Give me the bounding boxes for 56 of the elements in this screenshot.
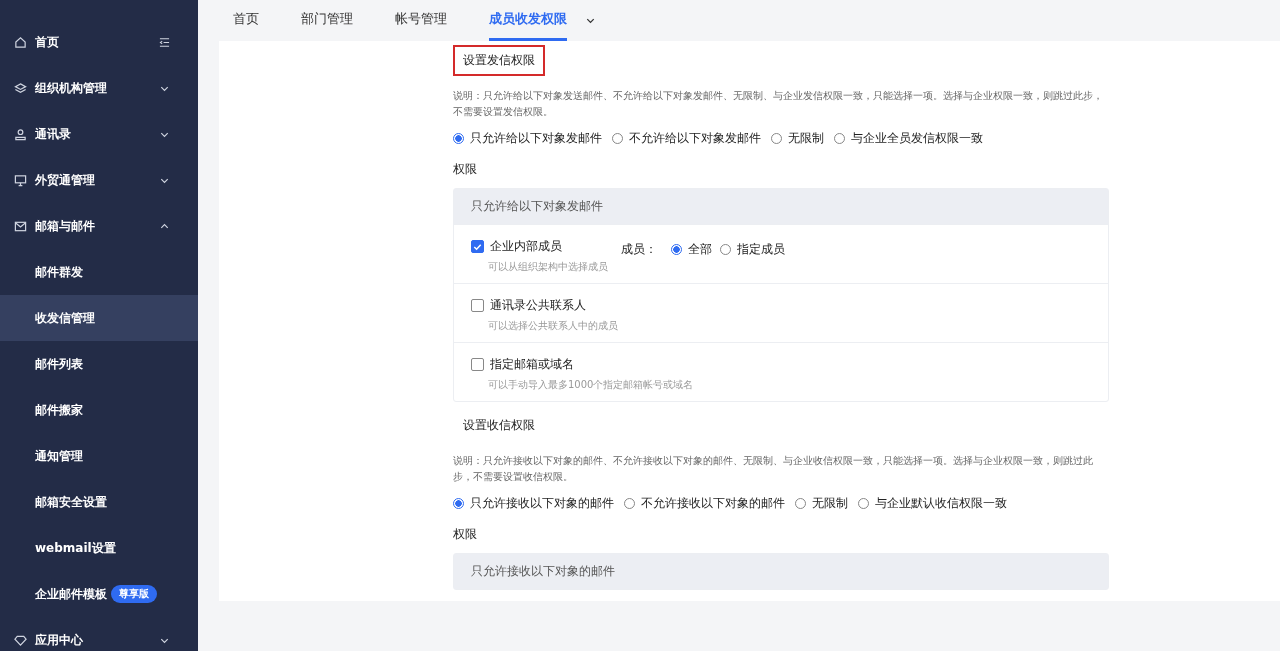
checkbox[interactable] xyxy=(471,358,484,371)
diamond-icon xyxy=(14,633,27,647)
sidebar-item[interactable]: 应用中心 xyxy=(0,617,198,651)
radio-option[interactable]: 指定成员 xyxy=(720,241,785,258)
option-label: 通讯录公共联系人 xyxy=(490,297,586,314)
layers-icon xyxy=(14,81,27,95)
hint-text: 可以手动导入最多1000个指定邮箱帐号或域名 xyxy=(488,378,694,392)
permission-label: 权限 xyxy=(453,526,478,543)
sidebar-subitem[interactable]: 企业邮件模板 尊享版 xyxy=(0,571,198,617)
radio-option[interactable]: 与企业全员发信权限一致 xyxy=(834,130,983,147)
sidebar-subitem[interactable]: webmail设置 xyxy=(0,525,198,571)
sidebar-subitem[interactable]: 收发信管理 xyxy=(0,295,198,341)
card-header: 只允许给以下对象发邮件 xyxy=(454,189,1108,224)
radio-option[interactable]: 无限制 xyxy=(771,130,824,147)
radio-button[interactable] xyxy=(671,244,682,255)
radio-option[interactable]: 不允许给以下对象发邮件 xyxy=(612,130,761,147)
sidebar-subitem[interactable]: 邮件群发 xyxy=(0,249,198,295)
option-label: 企业内部成员 xyxy=(490,238,562,255)
radio-button[interactable] xyxy=(453,498,464,509)
tab[interactable]: 部门管理 xyxy=(301,0,353,41)
option-label: 指定邮箱或域名 xyxy=(490,356,574,373)
monitor-icon xyxy=(14,173,27,187)
radio-option[interactable]: 无限制 xyxy=(795,495,848,512)
tab[interactable]: 帐号管理 xyxy=(395,0,447,41)
checkbox[interactable] xyxy=(471,240,484,253)
checkbox[interactable] xyxy=(471,299,484,312)
home-icon xyxy=(14,35,27,49)
hint-text: 可以从组织架构中选择成员 xyxy=(488,260,608,274)
sidebar-item[interactable]: 外贸通管理 xyxy=(0,157,198,203)
section-title: 设置收信权限 xyxy=(462,417,536,434)
person-icon xyxy=(14,127,27,141)
radio-button[interactable] xyxy=(453,133,464,144)
mail-icon xyxy=(14,219,27,233)
collapse-menu-icon[interactable] xyxy=(159,36,170,48)
sidebar-item[interactable]: 邮箱与邮件 xyxy=(0,203,198,249)
description-text: 说明：只允许接收以下对象的邮件、不允许接收以下对象的邮件、无限制、与企业收信权限一致，只能选择一项。选择与企业权限一致，则跳过此步，不需要设置收信权限。 xyxy=(453,454,1094,484)
sidebar-subitem[interactable]: 邮箱安全设置 xyxy=(0,479,198,525)
sidebar-subitem[interactable]: 通知管理 xyxy=(0,433,198,479)
radio-option[interactable]: 不允许接收以下对象的邮件 xyxy=(624,495,785,512)
sidebar-subitem[interactable]: 邮件搬家 xyxy=(0,387,198,433)
sidebar-item[interactable]: 通讯录 xyxy=(0,111,198,157)
radio-option[interactable]: 只允许给以下对象发邮件 xyxy=(453,130,602,147)
hint-text: 可以选择公共联系人中的成员 xyxy=(488,319,618,333)
radio-option[interactable]: 全部 xyxy=(671,241,712,258)
sidebar-item[interactable]: 组织机构管理 xyxy=(0,65,198,111)
radio-option[interactable]: 与企业默认收信权限一致 xyxy=(858,495,1007,512)
permission-label: 权限 xyxy=(453,161,478,178)
edition-badge: 尊享版 xyxy=(111,585,157,603)
sidebar-subitem[interactable]: 邮件列表 xyxy=(0,341,198,387)
card-header: 只允许接收以下对象的邮件 xyxy=(454,554,1108,589)
description-text: 说明：只允许给以下对象发送邮件、不允许给以下对象发邮件、无限制、与企业发信权限一致，只能选择一项。选择与企业权限一致，则跳过此步，不需要设置发信权限。 xyxy=(453,89,1104,119)
section-title: 设置发信权限 xyxy=(453,45,545,76)
member-label: 成员： xyxy=(621,241,657,258)
sidebar-item[interactable]: 首页 xyxy=(0,19,198,65)
radio-option[interactable]: 只允许接收以下对象的邮件 xyxy=(453,495,614,512)
tab[interactable]: 首页 xyxy=(233,0,259,41)
